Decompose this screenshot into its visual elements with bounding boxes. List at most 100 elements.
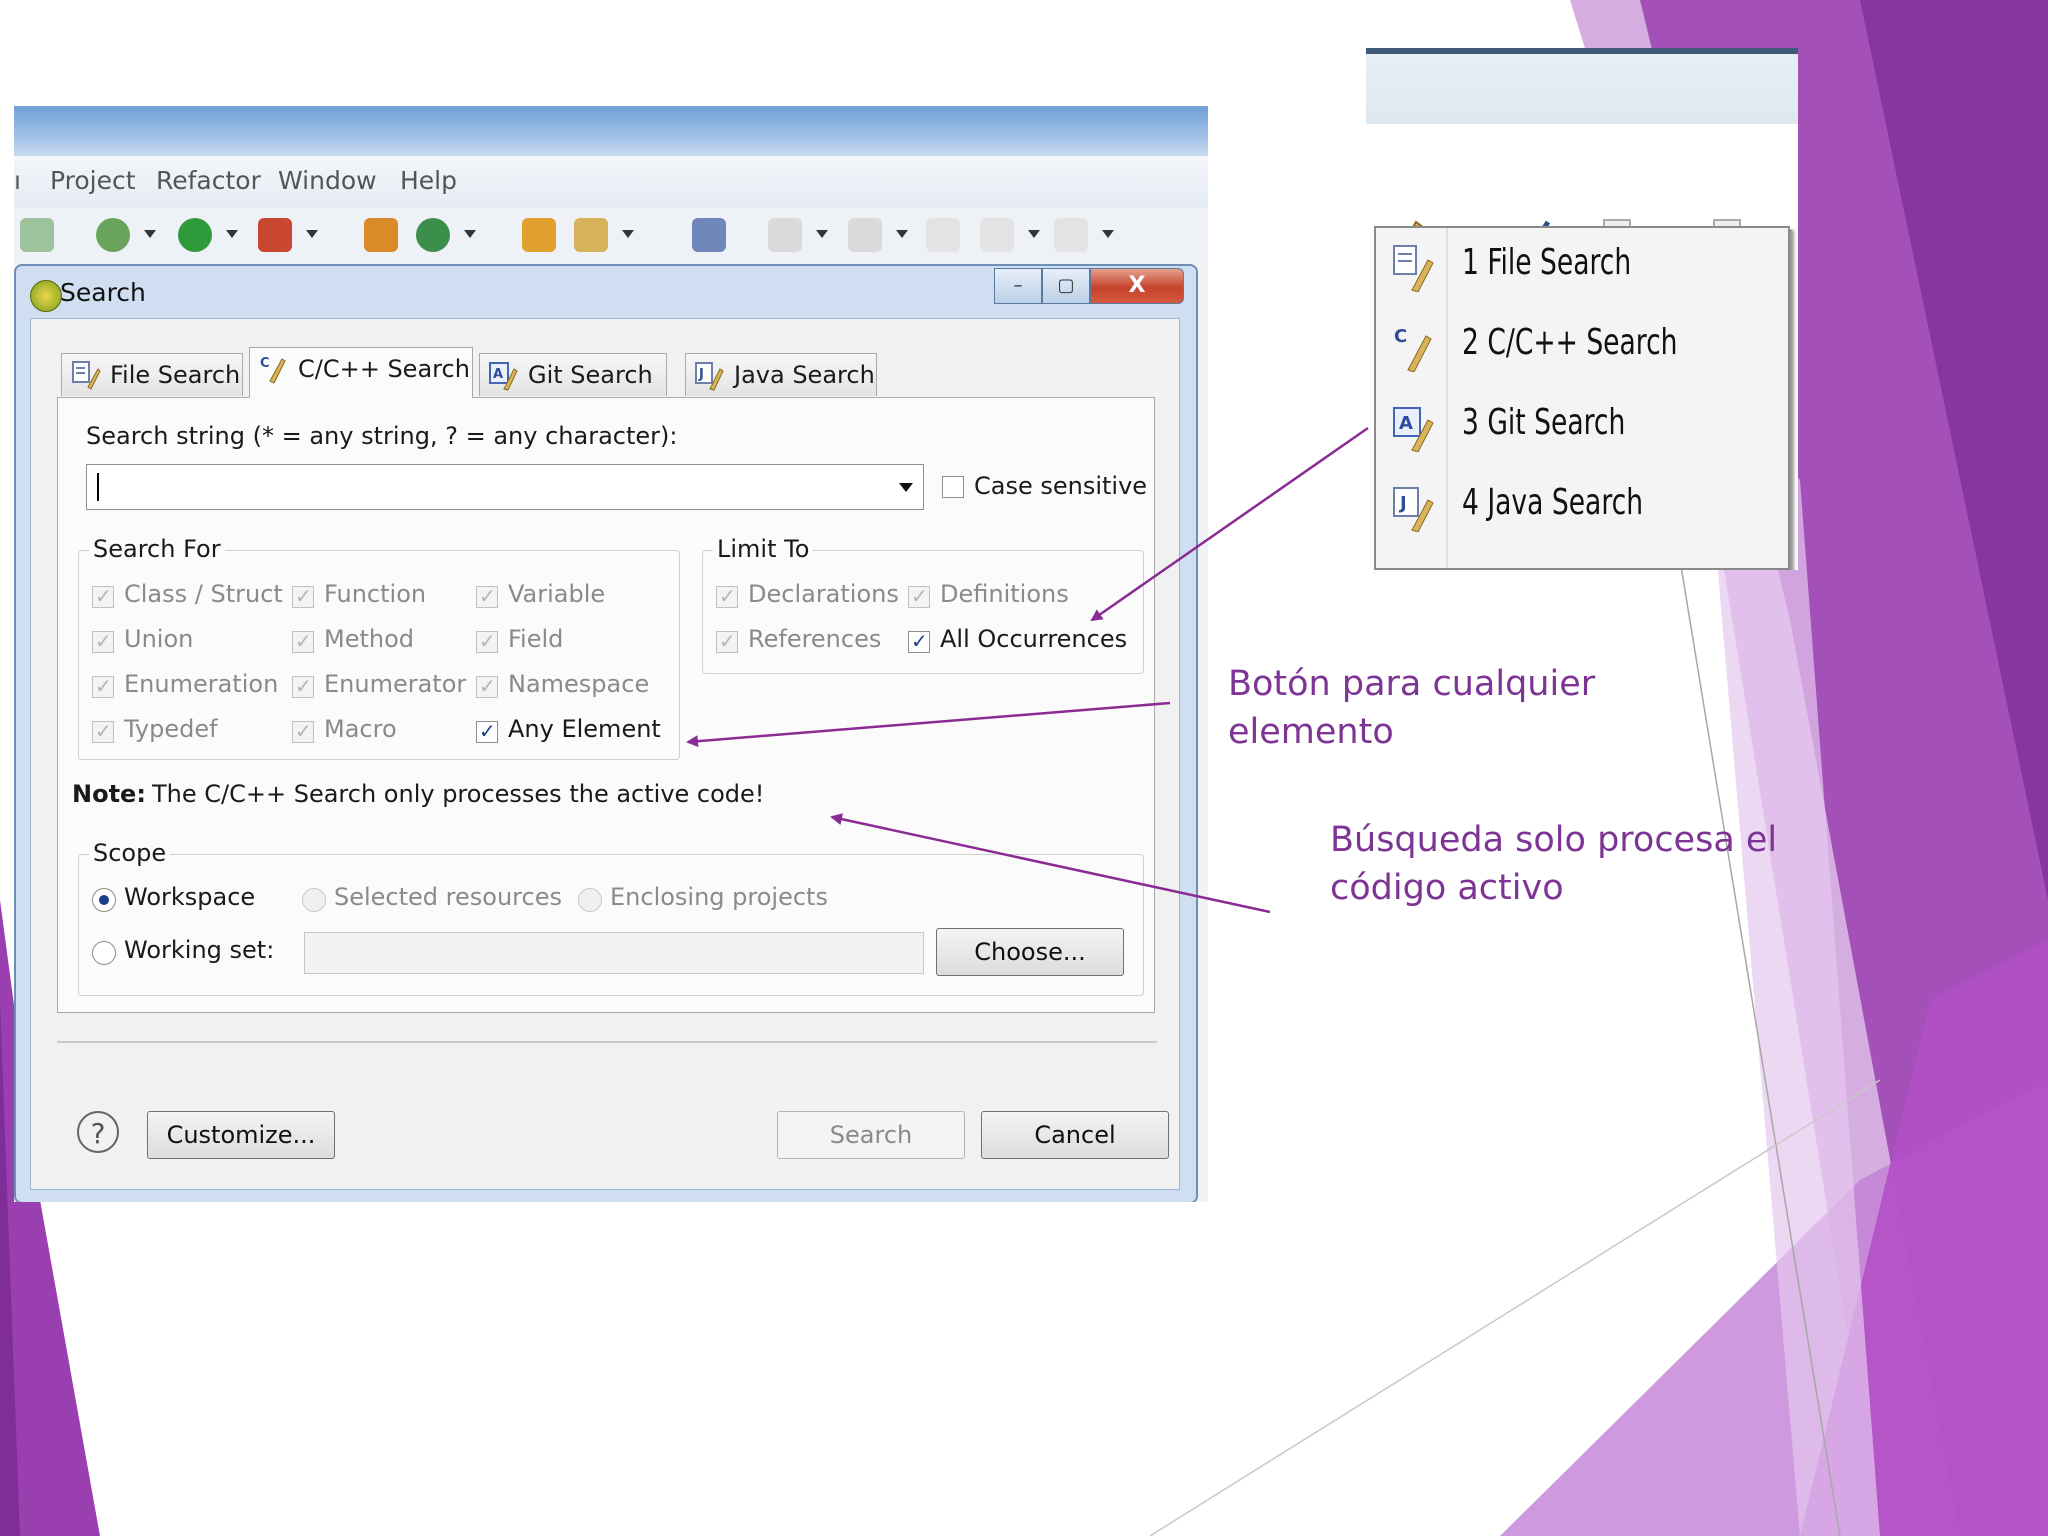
method-checkbox[interactable] bbox=[292, 629, 314, 653]
search-dialog: Search – ▢ X File Search C C/C++ Search … bbox=[14, 264, 1198, 1202]
previous-annotation-icon[interactable] bbox=[848, 218, 882, 252]
cpp-search-icon: C bbox=[1394, 326, 1432, 372]
search-flashlight-icon[interactable] bbox=[574, 218, 608, 252]
case-sensitive-checkbox[interactable] bbox=[942, 476, 964, 498]
field-checkbox[interactable] bbox=[476, 629, 498, 653]
menu-item-label: 4 Java Search bbox=[1462, 482, 1644, 523]
menu-window[interactable]: Window bbox=[278, 166, 377, 195]
definitions-checkbox[interactable] bbox=[908, 584, 930, 608]
svg-text:J: J bbox=[698, 367, 704, 382]
run-dropdown-icon[interactable] bbox=[226, 230, 238, 238]
annotation-active-code: Búsqueda solo procesa el código activo bbox=[1330, 820, 1778, 908]
namespace-checkbox[interactable] bbox=[476, 674, 498, 698]
back-arrow-icon[interactable] bbox=[980, 218, 1014, 252]
new-project-dropdown-icon[interactable] bbox=[464, 230, 476, 238]
workspace-radio[interactable] bbox=[92, 888, 116, 912]
cancel-button[interactable]: Cancel bbox=[981, 1111, 1169, 1159]
variable-checkbox[interactable] bbox=[476, 584, 498, 608]
next-annotation-dropdown-icon[interactable] bbox=[816, 230, 828, 238]
customize-button[interactable]: Customize... bbox=[147, 1111, 335, 1159]
menu-item-cpp-search[interactable]: C 2 C/C++ Search bbox=[1376, 308, 1788, 386]
menu-item-java-search[interactable]: J 4 Java Search bbox=[1376, 468, 1788, 546]
forward-arrow-icon[interactable] bbox=[1054, 218, 1088, 252]
class-struct-checkbox[interactable] bbox=[92, 584, 114, 608]
working-set-field[interactable] bbox=[304, 932, 924, 974]
menu-refactor[interactable]: Refactor bbox=[156, 166, 261, 195]
minimize-button[interactable]: – bbox=[994, 268, 1042, 304]
tab-git-search[interactable]: A Git Search bbox=[479, 353, 667, 396]
dialog-body: File Search C C/C++ Search A Git Search … bbox=[30, 318, 1180, 1190]
enumerator-checkbox[interactable] bbox=[292, 674, 314, 698]
typedef-checkbox[interactable] bbox=[92, 719, 114, 743]
tab-label: Java Search bbox=[734, 361, 875, 389]
external-tools-icon[interactable] bbox=[258, 218, 292, 252]
run-icon[interactable] bbox=[178, 218, 212, 252]
working-set-label: Working set: bbox=[124, 936, 275, 964]
any-element-label: Any Element bbox=[508, 715, 661, 743]
macro-checkbox[interactable] bbox=[292, 719, 314, 743]
menu-item-git-search[interactable]: A 3 Git Search bbox=[1376, 388, 1788, 466]
menu-item-file-search[interactable]: 1 File Search bbox=[1376, 228, 1788, 306]
selected-resources-radio[interactable] bbox=[302, 888, 326, 912]
limit-to-title: Limit To bbox=[713, 535, 814, 563]
references-checkbox[interactable] bbox=[716, 629, 738, 653]
any-element-checkbox[interactable] bbox=[476, 719, 498, 743]
button-bar-divider bbox=[57, 1041, 1157, 1043]
new-class-icon[interactable] bbox=[364, 218, 398, 252]
note-text: The C/C++ Search only processes the acti… bbox=[152, 780, 765, 808]
declarations-checkbox[interactable] bbox=[716, 584, 738, 608]
cpp-search-icon: C bbox=[260, 356, 286, 384]
help-icon[interactable]: ? bbox=[77, 1111, 119, 1153]
text-caret bbox=[97, 473, 99, 501]
eclipse-dialog-icon bbox=[30, 280, 62, 312]
tab-file-search[interactable]: File Search bbox=[61, 353, 243, 396]
last-edit-icon[interactable] bbox=[926, 218, 960, 252]
tab-java-search[interactable]: J Java Search bbox=[685, 353, 877, 396]
enclosing-projects-radio[interactable] bbox=[578, 888, 602, 912]
method-label: Method bbox=[324, 625, 415, 653]
toggle-mark-icon[interactable] bbox=[692, 218, 726, 252]
function-checkbox[interactable] bbox=[292, 584, 314, 608]
svg-text:J: J bbox=[1398, 493, 1407, 514]
search-string-label: Search string (* = any string, ? = any c… bbox=[86, 422, 678, 450]
limit-to-group: Limit To bbox=[702, 535, 1144, 674]
working-set-radio[interactable] bbox=[92, 941, 116, 965]
next-annotation-icon[interactable] bbox=[768, 218, 802, 252]
workspace-label: Workspace bbox=[124, 883, 256, 911]
scope-title: Scope bbox=[89, 839, 171, 867]
menu-help[interactable]: Help bbox=[400, 166, 457, 195]
combo-dropdown-icon[interactable] bbox=[899, 483, 913, 492]
external-tools-dropdown-icon[interactable] bbox=[306, 230, 318, 238]
close-button[interactable]: X bbox=[1090, 268, 1184, 304]
maximize-button[interactable]: ▢ bbox=[1042, 268, 1090, 304]
choose-button[interactable]: Choose... bbox=[936, 928, 1124, 976]
menu-item-label: 2 C/C++ Search bbox=[1462, 322, 1678, 363]
enumerator-label: Enumerator bbox=[324, 670, 467, 698]
tab-cpp-search[interactable]: C C/C++ Search bbox=[249, 347, 473, 398]
window-titlebar bbox=[14, 106, 1208, 156]
new-project-icon[interactable] bbox=[416, 218, 450, 252]
menu-project[interactable]: Project bbox=[50, 166, 136, 195]
debug-dropdown-icon[interactable] bbox=[144, 230, 156, 238]
git-search-icon: A bbox=[489, 362, 518, 391]
dialog-title: Search bbox=[60, 278, 146, 307]
back-dropdown-icon[interactable] bbox=[1028, 230, 1040, 238]
enumeration-checkbox[interactable] bbox=[92, 674, 114, 698]
note-bold-label: Note: bbox=[72, 780, 146, 808]
open-folder-icon[interactable] bbox=[522, 218, 556, 252]
search-string-combo[interactable] bbox=[86, 464, 924, 510]
popup-header-strip bbox=[1366, 54, 1798, 124]
class-struct-label: Class / Struct bbox=[124, 580, 283, 608]
search-button[interactable]: Search bbox=[777, 1111, 965, 1159]
search-dropdown-icon[interactable] bbox=[622, 230, 634, 238]
new-file-icon[interactable] bbox=[20, 218, 54, 252]
declarations-label: Declarations bbox=[748, 580, 899, 608]
debug-icon[interactable] bbox=[96, 218, 130, 252]
search-menu-screenshot: 1 File Search C 2 C/C++ Search A 3 Git S… bbox=[1366, 48, 1798, 570]
union-checkbox[interactable] bbox=[92, 629, 114, 653]
search-for-title: Search For bbox=[89, 535, 225, 563]
forward-dropdown-icon[interactable] bbox=[1102, 230, 1114, 238]
variable-label: Variable bbox=[508, 580, 606, 608]
all-occurrences-checkbox[interactable] bbox=[908, 629, 930, 653]
previous-annotation-dropdown-icon[interactable] bbox=[896, 230, 908, 238]
